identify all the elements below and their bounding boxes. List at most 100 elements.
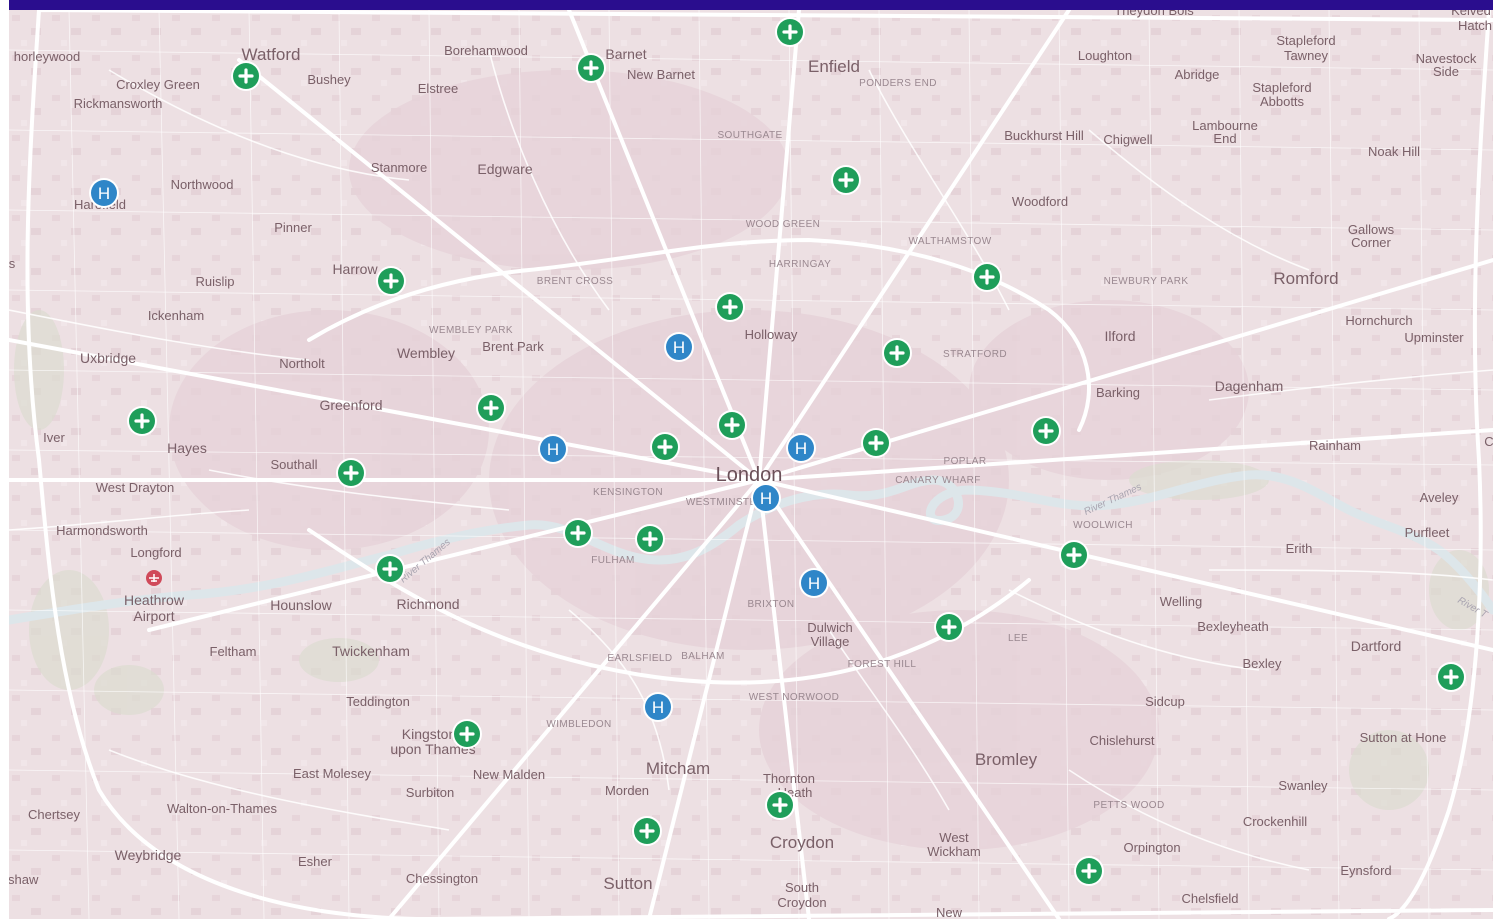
label-ruislip: Ruislip xyxy=(195,274,234,289)
clinic-marker[interactable] xyxy=(376,266,406,296)
hospital-marker[interactable]: H xyxy=(538,434,568,464)
label-sidcup: Sidcup xyxy=(1145,694,1185,709)
label-ponders-end: PONDERS END xyxy=(859,78,937,89)
hospital-marker[interactable]: H xyxy=(89,178,119,208)
label-barking: Barking xyxy=(1096,385,1140,400)
clinic-marker[interactable] xyxy=(576,53,606,83)
hospital-marker[interactable]: H xyxy=(786,433,816,463)
clinic-marker[interactable] xyxy=(1059,540,1089,570)
label-northolt: Northolt xyxy=(279,356,325,371)
label-chigwell: Chigwell xyxy=(1103,132,1152,147)
hospital-marker[interactable]: H xyxy=(643,692,673,722)
label-iver: Iver xyxy=(43,430,65,445)
label-bushey: Bushey xyxy=(307,72,351,87)
label-northwood: Northwood xyxy=(171,177,234,192)
clinic-marker[interactable] xyxy=(765,790,795,820)
label-london: London xyxy=(716,464,783,486)
label-brent-cross: BRENT CROSS xyxy=(537,276,613,287)
label-longford: Longford xyxy=(130,545,181,560)
clinic-marker[interactable] xyxy=(476,393,506,423)
label-teddington: Teddington xyxy=(346,694,410,709)
clinic-marker[interactable] xyxy=(715,292,745,322)
label-noak-hill: Noak Hill xyxy=(1368,144,1420,159)
label-horleywood: horleywood xyxy=(14,49,81,64)
clinic-marker[interactable] xyxy=(650,432,680,462)
clinic-marker[interactable] xyxy=(861,428,891,458)
label-brixton: BRIXTON xyxy=(747,599,794,610)
label-abridge: Abridge xyxy=(1175,67,1220,82)
label-twickenham: Twickenham xyxy=(332,643,410,659)
label-shaw: rshaw xyxy=(9,872,39,887)
label-croxley-green: Croxley Green xyxy=(116,77,200,92)
clinic-marker[interactable] xyxy=(231,61,261,91)
label-fulham: FULHAM xyxy=(591,555,635,566)
label-wembley-park: WEMBLEY PARK xyxy=(429,325,513,336)
label-kensington: KENSINGTON xyxy=(593,487,663,498)
label-stapleford-abbotts-2: Abbotts xyxy=(1260,94,1305,109)
hospital-marker[interactable]: H xyxy=(799,568,829,598)
label-balham: BALHAM xyxy=(681,651,725,662)
label-stapleford-tawney-1: Stapleford xyxy=(1276,33,1335,48)
label-newbury-park: NEWBURY PARK xyxy=(1104,276,1189,287)
clinic-marker[interactable] xyxy=(1031,416,1061,446)
label-walthamstow: WALTHAMSTOW xyxy=(908,236,991,247)
label-uxbridge: Uxbridge xyxy=(80,350,136,366)
label-rainham: Rainham xyxy=(1309,438,1361,453)
clinic-marker[interactable] xyxy=(1074,856,1104,886)
clinic-marker[interactable] xyxy=(375,554,405,584)
label-poplar: POPLAR xyxy=(944,456,987,467)
label-heathrow-2: Airport xyxy=(133,608,174,624)
label-rickmansworth: Rickmansworth xyxy=(74,96,163,111)
clinic-marker[interactable] xyxy=(1436,662,1466,692)
label-chessington: Chessington xyxy=(406,871,478,886)
label-brent-park: Brent Park xyxy=(482,339,544,354)
label-watford: Watford xyxy=(242,45,301,64)
label-west-wickham-2: Wickham xyxy=(927,844,980,859)
clinic-marker[interactable] xyxy=(452,719,482,749)
label-left-s: s xyxy=(9,256,16,271)
clinic-marker[interactable] xyxy=(882,338,912,368)
clinic-marker[interactable] xyxy=(336,458,366,488)
label-kelvedon-1: Kelved xyxy=(1451,10,1491,18)
label-dulwich-2: Village xyxy=(811,634,850,649)
label-hornchurch: Hornchurch xyxy=(1345,313,1412,328)
hospital-letter: H xyxy=(673,338,685,357)
label-thornton-heath-1: Thornton xyxy=(763,771,815,786)
label-heathrow-1: Heathrow xyxy=(124,592,185,608)
label-sutton: Sutton xyxy=(603,874,652,893)
label-crockenhill: Crockenhill xyxy=(1243,814,1307,829)
label-earlsfield: EARLSFIELD xyxy=(607,653,672,664)
label-mitcham: Mitcham xyxy=(646,759,710,778)
label-new-barnet: New Barnet xyxy=(627,67,695,82)
label-feltham: Feltham xyxy=(210,644,257,659)
label-welling: Welling xyxy=(1160,594,1202,609)
label-bexleyheath: Bexleyheath xyxy=(1197,619,1269,634)
clinic-marker[interactable] xyxy=(127,406,157,436)
map-canvas[interactable]: Watford Borehamwood Barnet New Barnet En… xyxy=(9,10,1493,919)
label-surbiton: Surbiton xyxy=(406,785,454,800)
clinic-marker[interactable] xyxy=(632,816,662,846)
label-wood-green: WOOD GREEN xyxy=(746,219,821,230)
label-wembley: Wembley xyxy=(397,345,455,361)
label-stapleford-tawney-2: Tawney xyxy=(1284,48,1329,63)
label-gallows-corner-2: Corner xyxy=(1351,235,1391,250)
label-harmondsworth: Harmondsworth xyxy=(56,523,148,538)
clinic-marker[interactable] xyxy=(972,262,1002,292)
label-edgware: Edgware xyxy=(477,161,532,177)
label-chelsfield: Chelsfield xyxy=(1181,891,1238,906)
label-right-c: C xyxy=(1484,434,1493,449)
label-greenford: Greenford xyxy=(319,397,382,413)
clinic-marker[interactable] xyxy=(563,518,593,548)
label-esher: Esher xyxy=(298,854,333,869)
label-buckhurst-hill: Buckhurst Hill xyxy=(1004,128,1084,143)
label-lee: LEE xyxy=(1008,633,1028,644)
label-navestock-side-2: Side xyxy=(1433,64,1459,79)
hospital-marker[interactable]: H xyxy=(751,483,781,513)
clinic-marker[interactable] xyxy=(934,612,964,642)
hospital-marker[interactable]: H xyxy=(664,332,694,362)
clinic-marker[interactable] xyxy=(717,410,747,440)
label-dartford: Dartford xyxy=(1351,638,1402,654)
clinic-marker[interactable] xyxy=(831,165,861,195)
clinic-marker[interactable] xyxy=(775,17,805,47)
clinic-marker[interactable] xyxy=(635,524,665,554)
